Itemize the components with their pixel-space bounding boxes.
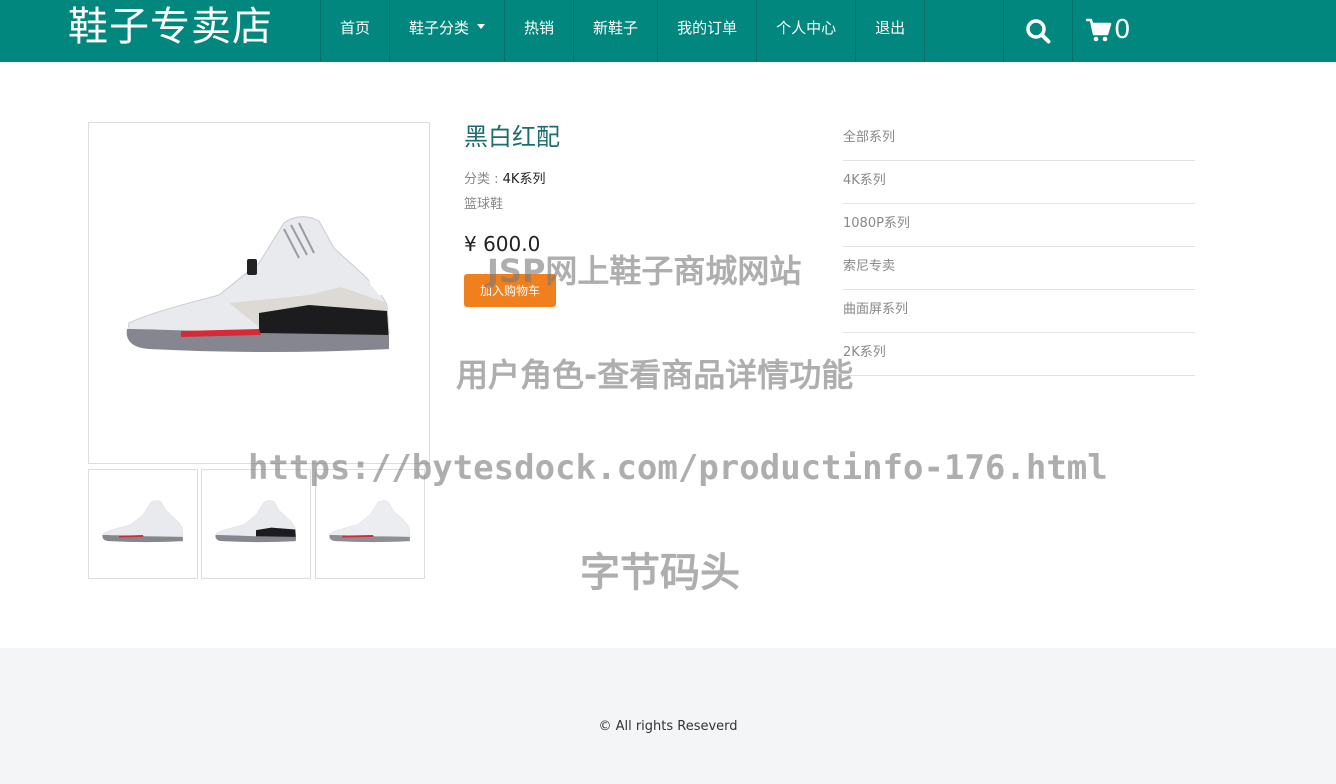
product-category-label: 分类 : [464,172,503,187]
product-thumbnail-1[interactable] [88,469,198,579]
site-logo[interactable]: 鞋子专卖店 [68,2,273,52]
category-item[interactable]: 曲面屏系列 [843,290,1195,333]
category-item[interactable]: 4K系列 [843,161,1195,204]
nav-profile-label: 个人中心 [776,19,837,37]
add-to-cart-button[interactable]: 加入购物车 [464,274,556,307]
category-item[interactable]: 索尼专卖 [843,247,1195,290]
caret-down-icon [477,24,486,29]
nav-categories-dropdown[interactable]: 鞋子分类 [389,0,504,62]
category-item[interactable]: 全部系列 [843,118,1195,161]
footer-copyright: © All rights Reseverd [598,719,738,734]
product-thumbnail-2[interactable] [201,469,311,579]
nav-logout[interactable]: 退出 [855,0,926,62]
nav-new[interactable]: 新鞋子 [573,0,657,62]
top-navbar: 鞋子专卖店 首页 鞋子分类 热销 新鞋子 我的订单 个人中心 退出 0 [0,0,1336,62]
sneaker-thumbnail-image [329,500,411,543]
cart-count: 0 [1114,15,1131,45]
shopping-cart-icon [1086,18,1112,42]
watermark-brand: 字节码头 [580,550,740,596]
product-thumbnail-3[interactable] [315,469,425,579]
nav-profile[interactable]: 个人中心 [756,0,855,62]
product-main-image[interactable] [88,122,430,464]
category-item[interactable]: 2K系列 [843,333,1195,376]
search-icon [1026,19,1051,44]
nav-my-orders-label: 我的订单 [677,19,738,37]
cart-button[interactable]: 0 [1086,10,1131,50]
sneaker-thumbnail-image [102,500,184,543]
product-category: 分类 : 4K系列 [464,171,545,189]
product-description: 篮球鞋 [464,197,504,212]
watermark-subtitle: 用户角色-查看商品详情功能 [456,356,854,394]
sneaker-thumbnail-image [215,500,297,543]
sneaker-image [126,216,390,352]
search-button[interactable] [1003,0,1073,62]
product-price: ¥ 600.0 [464,232,541,256]
nav-new-label: 新鞋子 [593,19,639,37]
product-category-value: 4K系列 [502,172,546,187]
nav-logout-label: 退出 [875,19,906,37]
category-item[interactable]: 1080P系列 [843,204,1195,247]
nav-my-orders[interactable]: 我的订单 [657,0,756,62]
nav-hot-label: 热销 [524,19,555,37]
footer: © All rights Reseverd [0,648,1336,784]
category-list: 全部系列 4K系列 1080P系列 索尼专卖 曲面屏系列 2K系列 [843,118,1195,376]
main-nav: 首页 鞋子分类 热销 新鞋子 我的订单 个人中心 退出 [320,0,926,62]
nav-home[interactable]: 首页 [320,0,389,62]
nav-hot[interactable]: 热销 [504,0,573,62]
nav-categories-label: 鞋子分类 [409,19,470,37]
nav-home-label: 首页 [340,19,371,37]
product-title: 黑白红配 [464,123,560,151]
